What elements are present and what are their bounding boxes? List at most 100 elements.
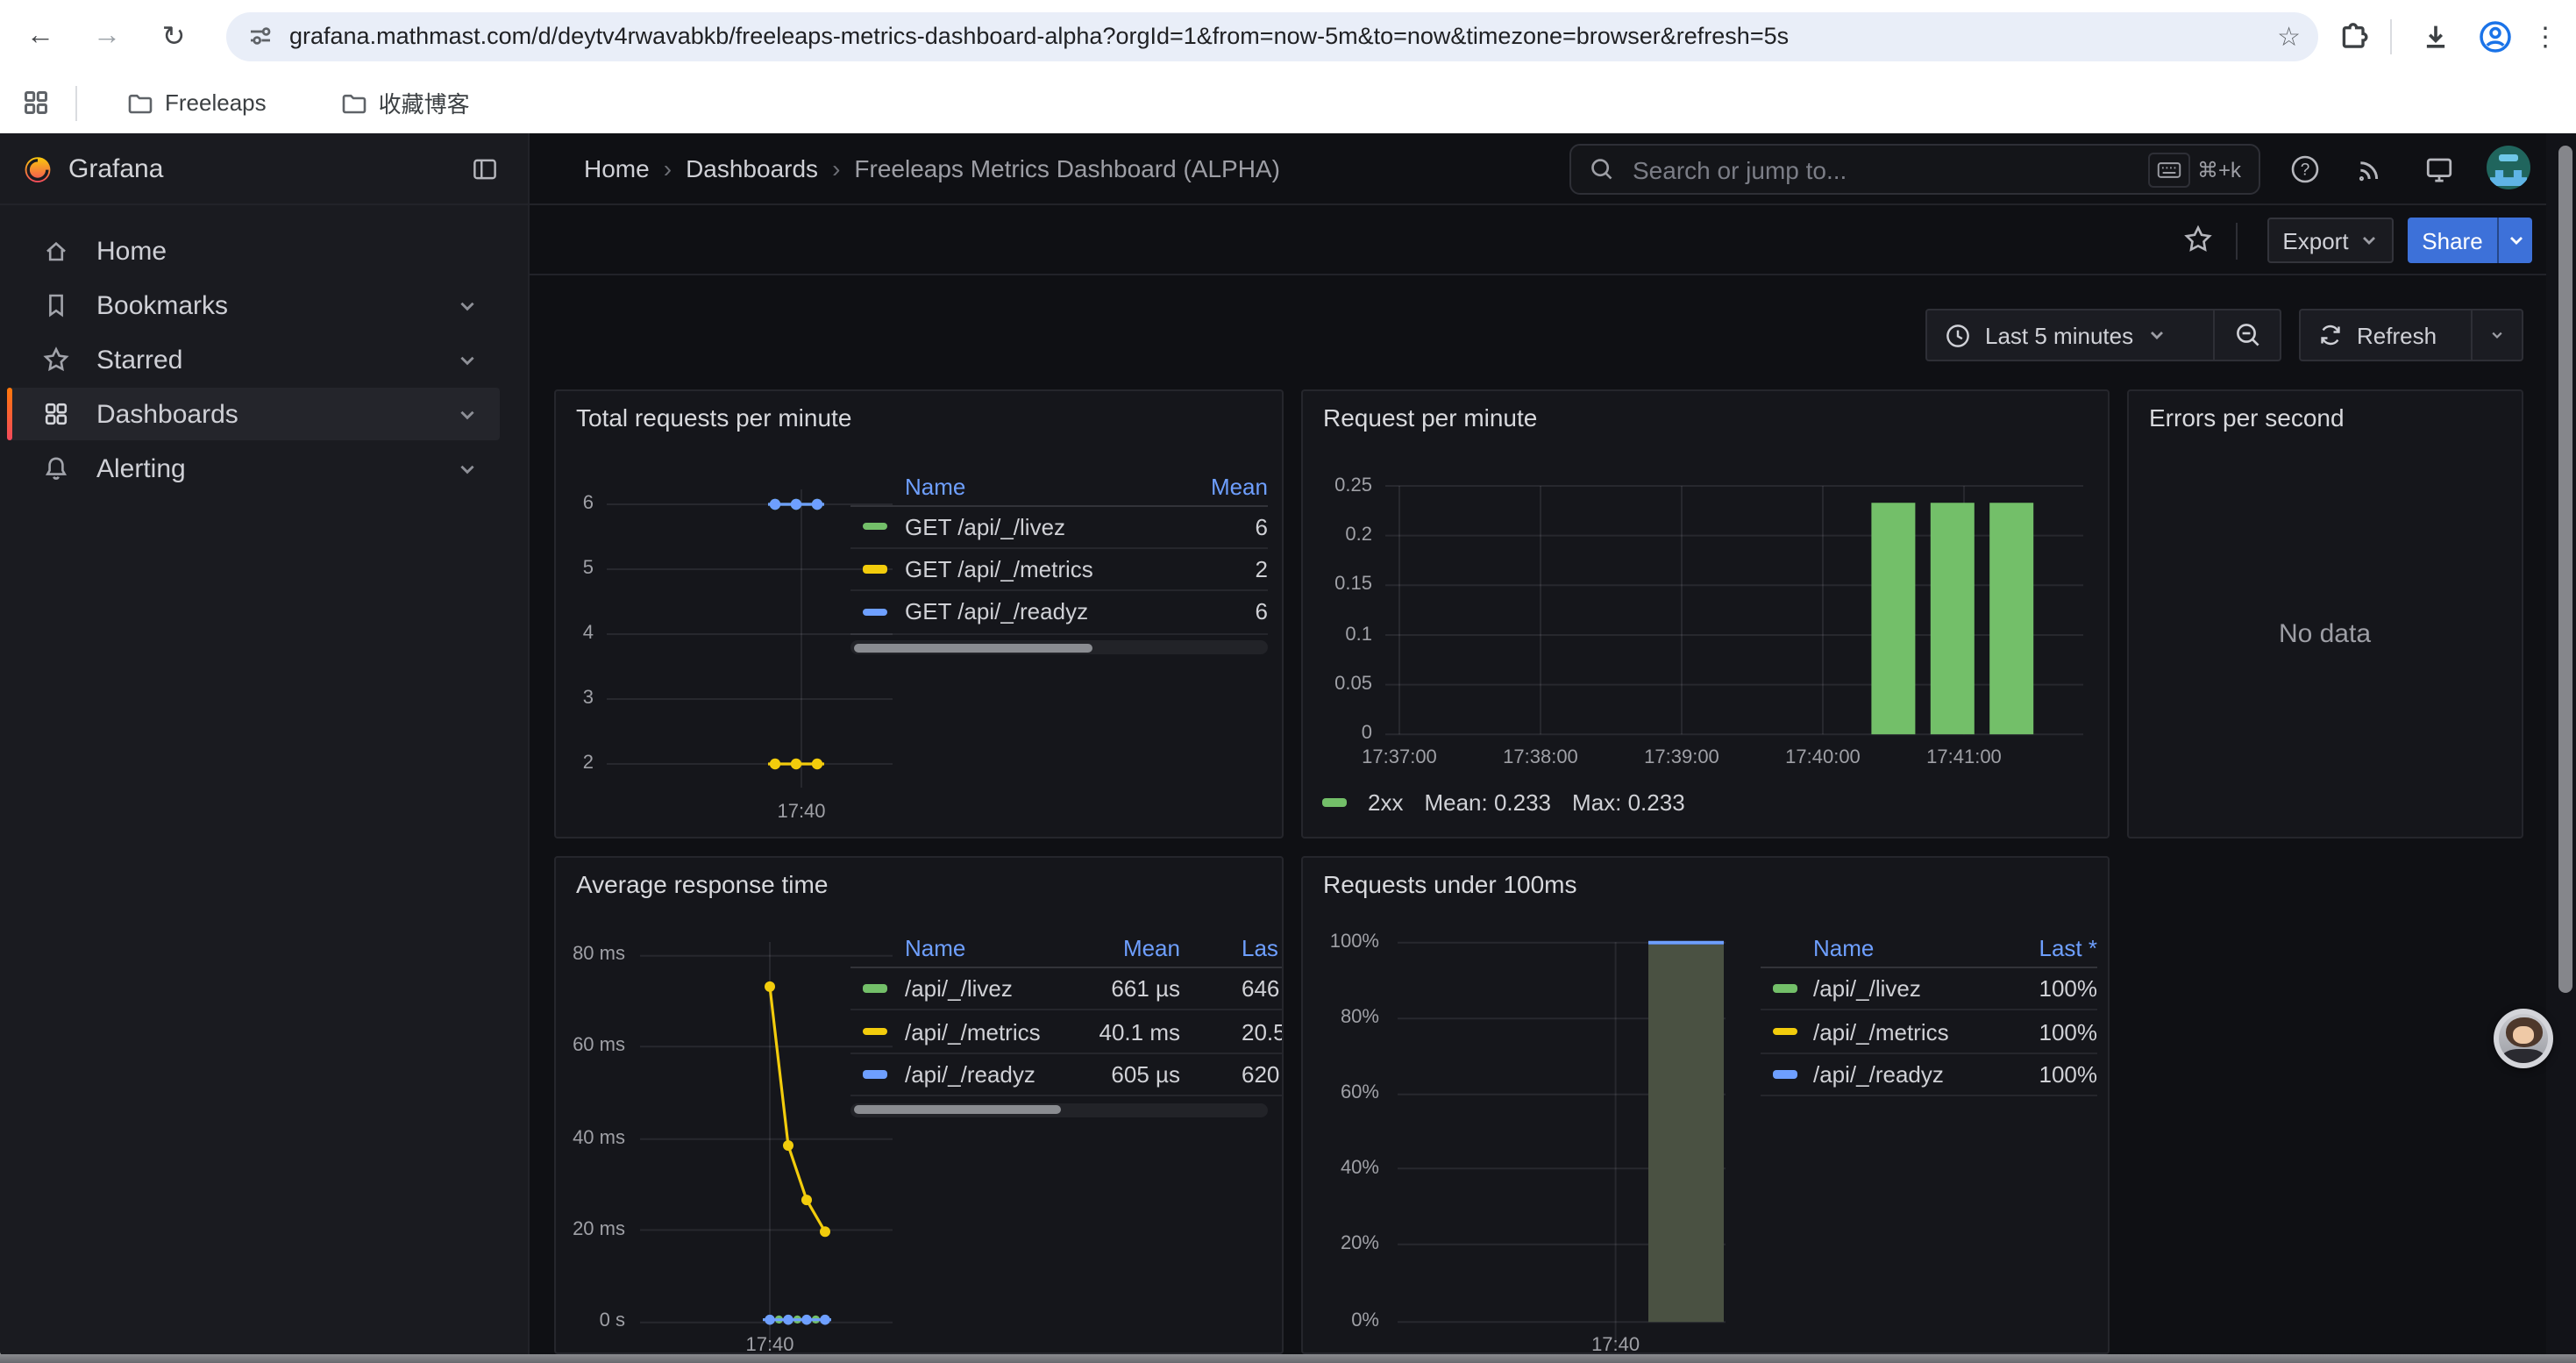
sidebar-item-bookmarks[interactable]: Bookmarks [7,279,500,332]
bookmark-icon [42,291,70,319]
legend-row[interactable]: GET /api/_/livez6 [850,506,1268,549]
sidebar-item-starred[interactable]: Starred [7,333,500,386]
area-chart [1387,931,1738,1354]
series-name[interactable]: 2xx [1368,789,1403,816]
back-icon[interactable]: ← [25,20,56,52]
legend-scrollbar-thumb[interactable] [854,643,1092,652]
panel-requests-under-100ms[interactable]: Requests under 100ms NameLast */api/_/li… [1300,856,2110,1354]
panel-total-requests[interactable]: Total requests per minute NameMeanGET /a… [553,389,1284,838]
time-range-label: Last 5 minutes [1985,322,2133,348]
axis-tick-label: 80% [1302,1007,1379,1028]
legend-row[interactable]: /api/_/readyz605 µs620 [850,1054,1284,1097]
profile-icon[interactable] [2478,18,2513,54]
monitor-icon[interactable] [2423,154,2455,184]
dock-menu-icon[interactable] [472,156,498,182]
forward-icon[interactable]: → [91,20,123,52]
panel-request-per-minute[interactable]: Request per minute 2xx Mean: 0.233 Max: … [1300,389,2110,838]
panel-avg-response-time[interactable]: Average response time NameMeanLas/api/_/… [553,856,1284,1354]
legend-scrollbar[interactable] [850,640,1268,654]
toolbar-divider [2390,18,2392,54]
bookmark-folder[interactable]: Freeleaps [126,89,267,117]
legend-scrollbar-thumb[interactable] [854,1105,1061,1114]
legend-row[interactable]: /api/_/metrics40.1 ms20.5 r [850,1011,1284,1054]
breadcrumb-item[interactable]: Home [584,154,650,182]
time-range-picker[interactable]: Last 5 minutes [1927,310,2213,360]
page-scrollbar-thumb[interactable] [2558,146,2572,993]
news-rss-icon[interactable] [2355,154,2385,184]
export-button[interactable]: Export [2267,218,2394,263]
extensions-icon[interactable] [2338,20,2369,52]
axis-tick-label: 0.05 [1300,674,1372,695]
assistant-avatar-button[interactable] [2494,1009,2553,1068]
legend-col-last[interactable]: Last * [1989,936,2097,962]
reload-icon[interactable]: ↻ [158,18,189,54]
chevron-down-icon [2507,232,2524,249]
search-input[interactable] [1629,153,2148,185]
legend-header-row: NameMeanLas [850,931,1284,968]
chevron-down-icon[interactable] [458,351,477,370]
legend-table: NameMeanGET /api/_/livez6GET /api/_/metr… [850,468,1268,654]
search-box[interactable]: ⌘+k [1569,144,2260,195]
dashboard-actions-bar: Export Share [530,205,2576,275]
grafana-logo-icon[interactable] [23,153,53,183]
legend-col-name[interactable]: Name [1813,936,1989,962]
series-color-pill [863,985,887,993]
chevron-down-icon[interactable] [458,405,477,425]
url-text[interactable]: grafana.mathmast.com/d/deytv4rwavabkb/fr… [289,23,2263,49]
legend-row[interactable]: /api/_/readyz100% [1761,1054,2097,1097]
legend-col-mean[interactable]: Mean [1082,936,1180,962]
series-name[interactable]: /api/_/readyz [1813,1061,1989,1088]
series-color-pill [863,566,887,574]
panel-errors-per-second[interactable]: Errors per second No data [2126,389,2523,838]
breadcrumb-separator-icon: › [832,154,840,182]
sidebar-item-dashboards[interactable]: Dashboards [7,388,500,440]
legend-col-last[interactable]: Las [1180,936,1284,962]
refresh-button[interactable]: Refresh [2301,310,2471,360]
legend-col-name[interactable]: Name [905,474,1163,500]
help-icon[interactable]: ? [2290,154,2320,184]
breadcrumb-item[interactable]: Freeleaps Metrics Dashboard (ALPHA) [854,154,1280,182]
app-header: Home›Dashboards›Freeleaps Metrics Dashbo… [530,133,2576,205]
share-menu-button[interactable] [2497,218,2532,263]
legend-header-row: NameMean [850,468,1268,506]
zoom-out-icon [2233,321,2261,349]
site-info-icon[interactable] [247,23,274,49]
bookmark-folder[interactable]: 收藏博客 [340,86,470,119]
breadcrumb-item[interactable]: Dashboards [686,154,818,182]
share-button[interactable]: Share [2408,218,2497,263]
legend-row[interactable]: /api/_/metrics100% [1761,1011,2097,1054]
series-name[interactable]: /api/_/metrics [1813,1018,1989,1045]
series-name[interactable]: /api/_/readyz [905,1061,1082,1088]
series-name[interactable]: GET /api/_/metrics [905,556,1163,582]
series-name[interactable]: GET /api/_/livez [905,513,1163,539]
downloads-icon[interactable] [2420,20,2451,52]
user-avatar[interactable] [2487,146,2530,189]
series-name[interactable]: /api/_/metrics [905,1018,1082,1045]
legend-row[interactable]: /api/_/livez100% [1761,968,2097,1011]
legend-header-row: NameLast * [1761,931,2097,968]
legend-table: NameLast */api/_/livez100%/api/_/metrics… [1761,931,2097,1096]
chevron-down-icon[interactable] [458,296,477,316]
series-name[interactable]: /api/_/livez [905,975,1082,1002]
bell-icon [42,454,70,482]
favorite-star-icon[interactable] [2183,225,2213,254]
legend-col-mean[interactable]: Mean [1163,474,1268,500]
bookmark-star-icon[interactable]: ☆ [2277,20,2301,52]
series-name[interactable]: GET /api/_/readyz [905,599,1163,625]
svg-text:?: ? [2301,161,2310,180]
legend-col-name[interactable]: Name [905,936,1082,962]
axis-tick-label: 17:40 [745,802,857,823]
legend-scrollbar[interactable] [850,1103,1268,1117]
zoom-out-button[interactable] [2215,310,2280,360]
apps-grid-icon[interactable] [21,88,51,118]
address-bar[interactable]: grafana.mathmast.com/d/deytv4rwavabkb/fr… [226,11,2318,61]
chevron-down-icon[interactable] [458,460,477,479]
menu-kebab-icon[interactable]: ⋮ [2532,20,2558,52]
legend-row[interactable]: GET /api/_/metrics2 [850,549,1268,592]
series-name[interactable]: /api/_/livez [1813,975,1989,1002]
legend-row[interactable]: /api/_/livez661 µs646 [850,968,1284,1011]
sidebar-item-home[interactable]: Home [7,225,500,277]
refresh-interval-button[interactable] [2473,310,2522,360]
legend-row[interactable]: GET /api/_/readyz6 [850,592,1268,635]
sidebar-item-alerting[interactable]: Alerting [7,442,500,495]
